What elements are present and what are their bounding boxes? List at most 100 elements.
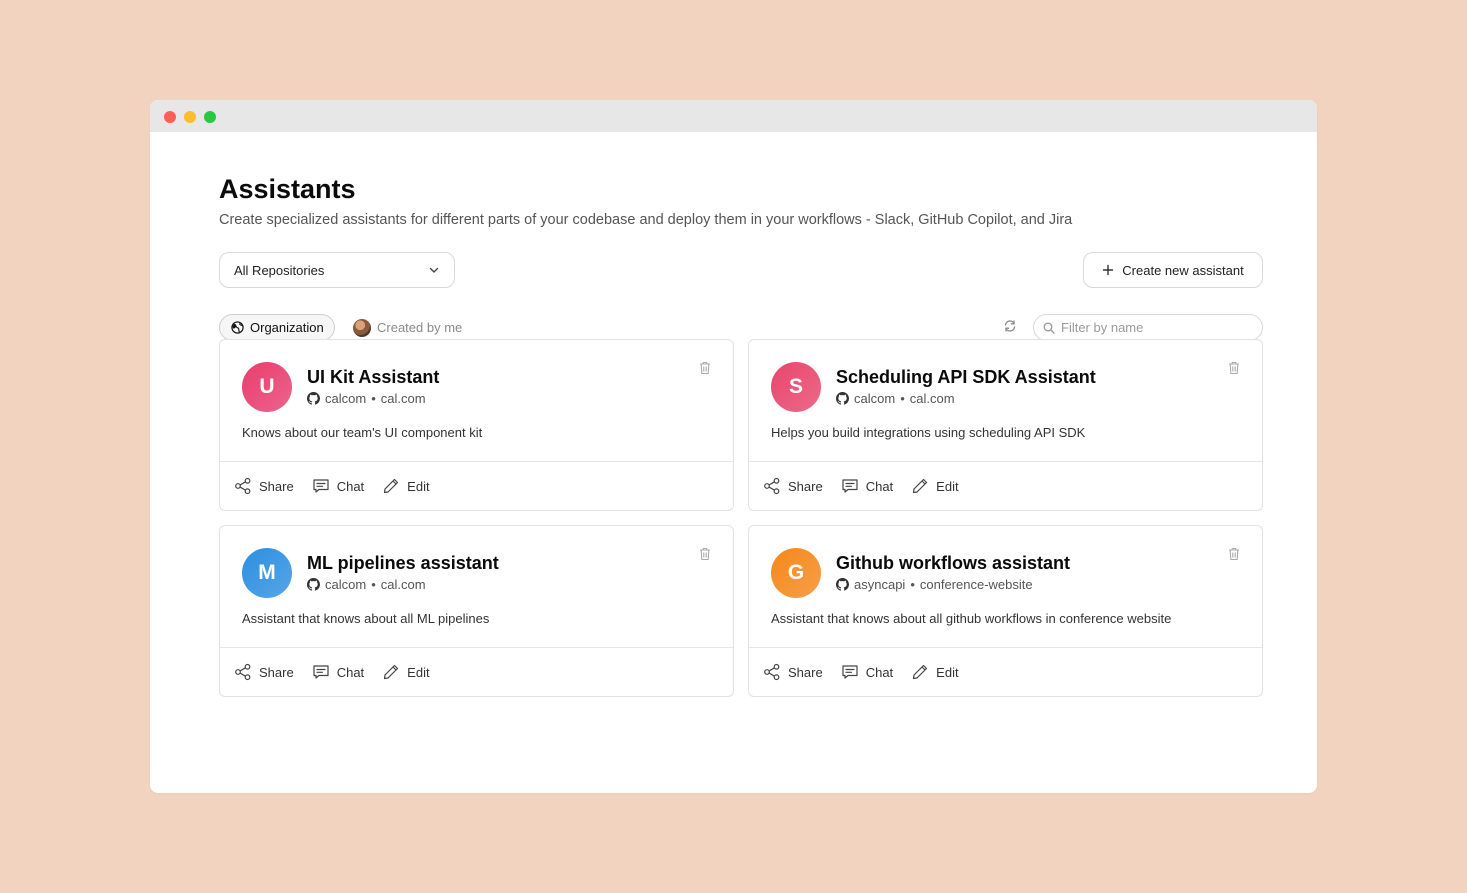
repository-select-value: All Repositories (234, 262, 325, 278)
repository-name: cal.com (909, 391, 955, 406)
repository-separator: • (900, 391, 905, 406)
app-window: Assistants Create specialized assistants… (150, 100, 1317, 793)
chat-icon (841, 663, 859, 681)
edit-button[interactable]: Edit (911, 477, 959, 495)
chat-label: Chat (865, 478, 894, 494)
chat-button[interactable]: Chat (312, 477, 364, 495)
share-icon (763, 663, 781, 681)
avatar (353, 318, 371, 337)
share-label: Share (788, 664, 823, 680)
github-icon (307, 392, 320, 405)
create-assistant-label: Create new assistant (1122, 262, 1244, 278)
share-button[interactable]: Share (234, 477, 294, 495)
assistant-card[interactable]: M ML pipelines assistant calcom • cal.co… (219, 525, 734, 697)
minimize-window-button[interactable] (184, 111, 196, 123)
refresh-icon[interactable] (1003, 319, 1017, 333)
trash-icon[interactable] (1228, 547, 1240, 561)
assistant-card-actions: Share Chat Edit (749, 461, 1262, 510)
assistant-card-actions: Share Chat Edit (220, 647, 733, 696)
github-icon (307, 578, 320, 591)
repository-separator: • (371, 577, 376, 592)
repository-name: conference-website (919, 577, 1033, 592)
assistant-description: Assistant that knows about all ML pipeli… (242, 611, 490, 626)
assistant-card[interactable]: S Scheduling API SDK Assistant calcom • … (748, 339, 1263, 511)
assistant-repository: asyncapi • conference-website (836, 577, 1033, 592)
filter-organization-label: Organization (250, 320, 324, 335)
assistant-repository: calcom • cal.com (307, 577, 426, 592)
chat-icon (841, 477, 859, 495)
assistant-avatar: G (771, 548, 821, 598)
plus-icon (1102, 264, 1114, 276)
github-icon (836, 578, 849, 591)
assistant-card-actions: Share Chat Edit (220, 461, 733, 510)
trash-icon[interactable] (699, 361, 711, 375)
repository-select[interactable]: All Repositories (219, 252, 455, 288)
assistant-avatar: U (242, 362, 292, 412)
share-icon (234, 477, 252, 495)
share-label: Share (259, 664, 294, 680)
edit-button[interactable]: Edit (382, 477, 430, 495)
chat-button[interactable]: Chat (841, 663, 893, 681)
share-label: Share (788, 478, 823, 494)
pencil-icon (911, 477, 929, 495)
pencil-icon (382, 663, 400, 681)
chat-label: Chat (865, 664, 894, 680)
filter-created-by-me-label: Created by me (377, 320, 463, 335)
assistant-card[interactable]: G Github workflows assistant asyncapi • … (748, 525, 1263, 697)
maximize-window-button[interactable] (204, 111, 216, 123)
filter-organization-chip[interactable]: Organization (219, 314, 335, 341)
pencil-icon (382, 477, 400, 495)
repository-owner: asyncapi (854, 577, 906, 592)
assistant-name: Scheduling API SDK Assistant (836, 367, 1096, 387)
share-button[interactable]: Share (234, 663, 294, 681)
edit-label: Edit (936, 664, 959, 680)
assistant-card[interactable]: U UI Kit Assistant calcom • cal.com Know… (219, 339, 734, 511)
page-subtitle: Create specialized assistants for differ… (219, 212, 1073, 228)
filter-by-name-input[interactable] (1061, 320, 1251, 335)
edit-button[interactable]: Edit (382, 663, 430, 681)
assistant-repository: calcom • cal.com (836, 391, 955, 406)
window-titlebar (150, 100, 1317, 132)
github-icon (836, 392, 849, 405)
assistant-description: Knows about our team's UI component kit (242, 425, 483, 440)
share-button[interactable]: Share (763, 663, 823, 681)
filter-by-name-field[interactable] (1033, 314, 1263, 341)
share-label: Share (259, 478, 294, 494)
chat-button[interactable]: Chat (312, 663, 364, 681)
close-window-button[interactable] (164, 111, 176, 123)
chat-icon (312, 477, 330, 495)
create-assistant-button[interactable]: Create new assistant (1083, 252, 1263, 288)
share-icon (234, 663, 252, 681)
assistant-avatar: M (242, 548, 292, 598)
assistant-name: ML pipelines assistant (307, 553, 499, 573)
edit-label: Edit (407, 664, 430, 680)
page-title: Assistants (219, 174, 356, 204)
pencil-icon (911, 663, 929, 681)
share-button[interactable]: Share (763, 477, 823, 495)
repository-name: cal.com (380, 577, 426, 592)
chat-label: Chat (336, 478, 365, 494)
trash-icon[interactable] (699, 547, 711, 561)
repository-owner: calcom (854, 391, 896, 406)
repository-owner: calcom (325, 391, 367, 406)
search-icon (1043, 322, 1055, 334)
edit-button[interactable]: Edit (911, 663, 959, 681)
assistant-name: Github workflows assistant (836, 553, 1071, 573)
assistant-name: UI Kit Assistant (307, 367, 440, 387)
chat-button[interactable]: Chat (841, 477, 893, 495)
repository-separator: • (371, 391, 376, 406)
filter-created-by-me-chip[interactable]: Created by me (353, 314, 462, 341)
trash-icon[interactable] (1228, 361, 1240, 375)
share-icon (763, 477, 781, 495)
assistant-description: Helps you build integrations using sched… (771, 425, 1086, 440)
repository-owner: calcom (325, 577, 367, 592)
repository-name: cal.com (380, 391, 426, 406)
assistant-description: Assistant that knows about all github wo… (771, 611, 1172, 626)
assistant-card-actions: Share Chat Edit (749, 647, 1262, 696)
chat-icon (312, 663, 330, 681)
edit-label: Edit (936, 478, 959, 494)
assistant-repository: calcom • cal.com (307, 391, 426, 406)
repository-separator: • (910, 577, 915, 592)
edit-label: Edit (407, 478, 430, 494)
chevron-down-icon (428, 264, 440, 276)
